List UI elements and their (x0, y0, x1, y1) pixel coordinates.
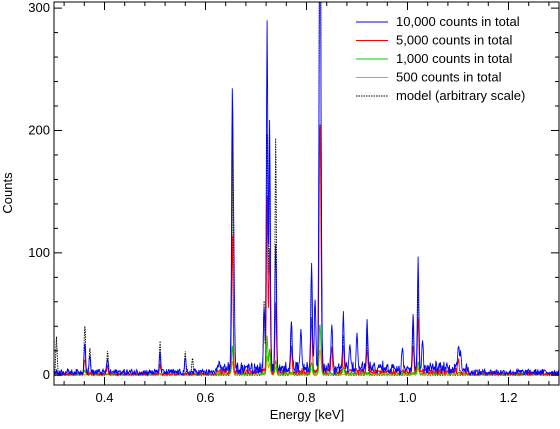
y-axis-label: Counts (0, 172, 15, 214)
legend-label-2: 1,000 counts in total (396, 51, 512, 66)
y-tick-label: 100 (28, 245, 50, 260)
legend: 10,000 counts in total 5,000 counts in to… (356, 14, 525, 103)
y-tick-label: 200 (28, 122, 50, 137)
y-tick-label: 0 (43, 367, 50, 382)
legend-label-4: model (arbitrary scale) (396, 88, 525, 103)
x-tick-label: 0.8 (297, 390, 315, 405)
legend-label-3: 500 counts in total (396, 70, 502, 85)
legend-label-0: 10,000 counts in total (396, 14, 520, 29)
spectrum-chart: 0.4 0.6 0.8 1.0 1.2 0 100 200 300 10,000 counts … (0, 0, 560, 422)
x-tick-label: 0.4 (95, 390, 113, 405)
x-tick-label: 0.6 (196, 390, 214, 405)
x-axis-label: Energy [keV] (270, 407, 344, 422)
series-line-1 (54, 124, 559, 377)
y-tick-label: 300 (28, 0, 50, 15)
x-tick-label: 1.2 (499, 390, 517, 405)
legend-label-1: 5,000 counts in total (396, 33, 512, 48)
x-tick-label: 1.0 (398, 390, 416, 405)
chart: 0.4 0.6 0.8 1.0 1.2 0 100 200 300 10,000 counts … (0, 0, 560, 424)
